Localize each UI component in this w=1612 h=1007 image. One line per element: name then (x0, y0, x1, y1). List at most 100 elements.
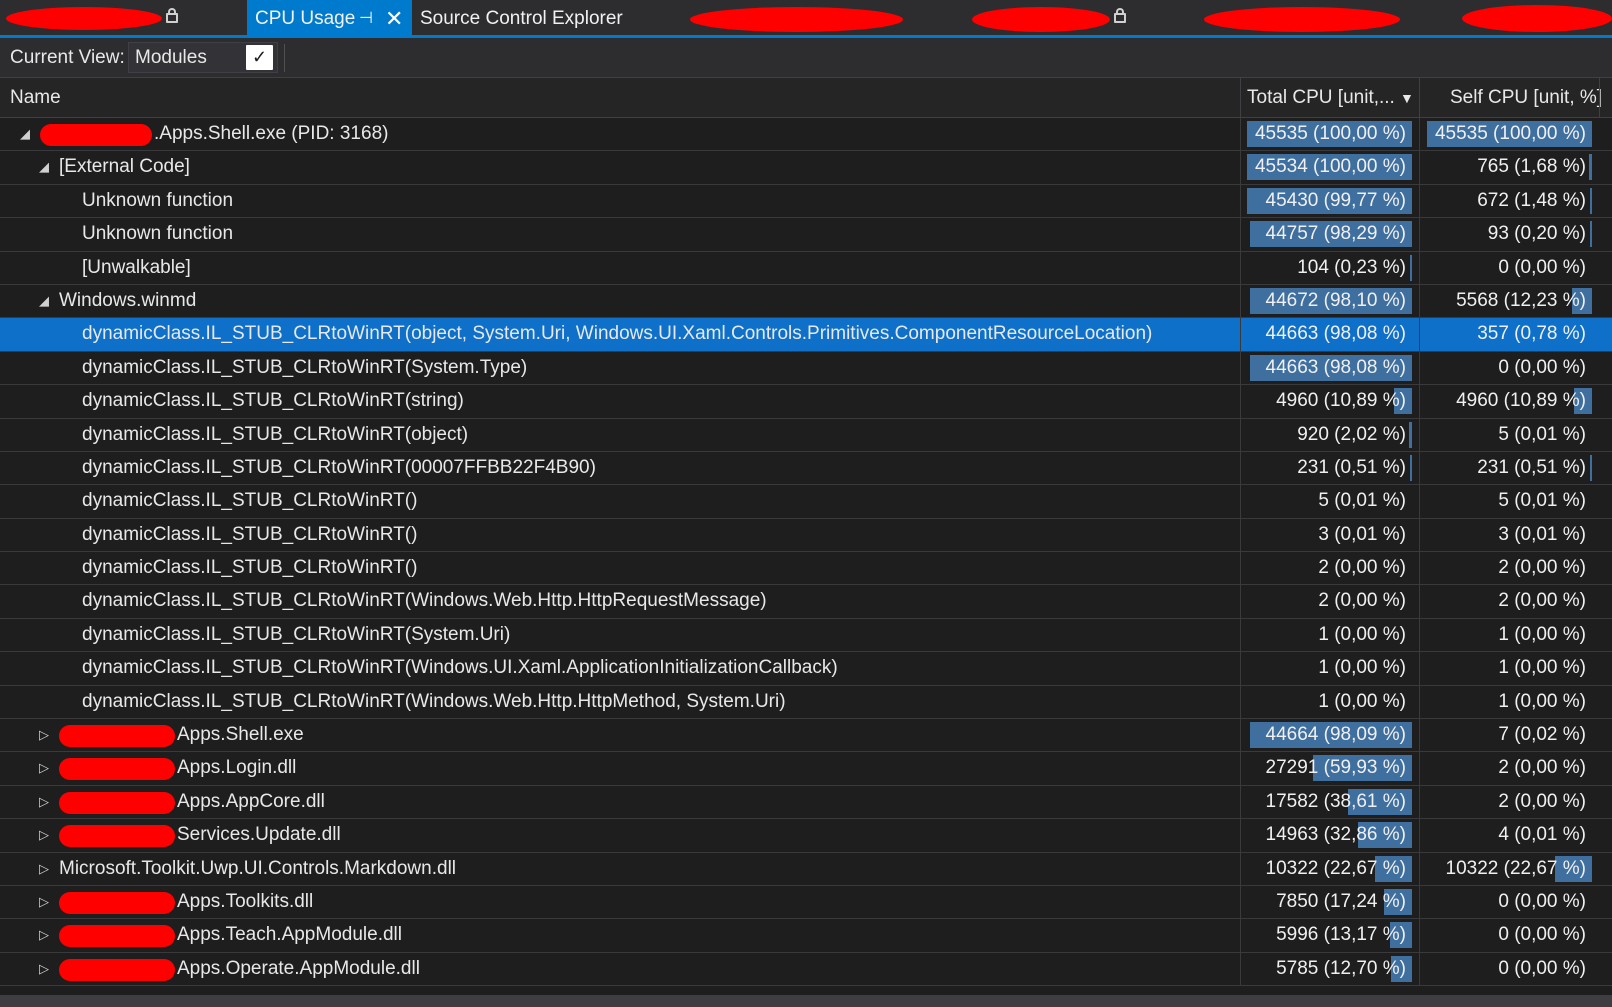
column-header-total-cpu[interactable]: Total CPU [unit,... (1247, 78, 1395, 118)
table-row[interactable]: dynamicClass.IL_STUB_CLRtoWinRT() 5 (0,01… (0, 485, 1612, 519)
total-cpu-value: 920 (2,02 %) (1297, 423, 1406, 445)
row-name: dynamicClass.IL_STUB_CLRtoWinRT(Windows.… (82, 690, 786, 712)
name-cell: ◢ [External Code] (0, 151, 1240, 183)
self-cpu-value: 0 (0,00 %) (1498, 924, 1586, 946)
collapse-icon[interactable]: ◢ (18, 118, 32, 150)
column-divider (1419, 485, 1420, 518)
row-name: dynamicClass.IL_STUB_CLRtoWinRT() (82, 557, 418, 579)
self-cpu-cell: 45535 (100,00 %) (1427, 121, 1592, 147)
total-cpu-value: 1 (0,00 %) (1318, 623, 1406, 645)
row-name: dynamicClass.IL_STUB_CLRtoWinRT(System.T… (82, 356, 528, 378)
total-cpu-value: 104 (0,23 %) (1297, 256, 1406, 278)
table-row[interactable]: ▷ Apps.Shell.exe 44664 (98,09 %) 7 (0,02 %) (0, 719, 1612, 753)
table-row[interactable]: ▷ Apps.Toolkits.dll 7850 (17,24 %) 0 (0,00 … (0, 885, 1612, 920)
table-row[interactable]: ◢ [External Code] 45534 (100,00 %) 765 (1,6… (0, 151, 1612, 185)
expand-icon[interactable]: ▷ (37, 752, 51, 784)
self-cpu-value: 4 (0,01 %) (1498, 824, 1586, 846)
name-cell: dynamicClass.IL_STUB_CLRtoWinRT(System.T… (0, 352, 1240, 384)
lock-icon (166, 8, 178, 23)
column-divider (1419, 919, 1420, 952)
table-row[interactable]: dynamicClass.IL_STUB_CLRtoWinRT() 2 (0,00… (0, 552, 1612, 586)
column-divider (1240, 184, 1241, 218)
row-name: dynamicClass.IL_STUB_CLRtoWinRT(System.U… (82, 623, 511, 645)
name-cell: Unknown function (0, 185, 1240, 217)
table-row[interactable]: Unknown function 44757 (98,29 %) 93 (0,20 … (0, 218, 1612, 252)
table-row[interactable]: [Unwalkable] 104 (0,23 %) 0 (0,00 %) (0, 251, 1612, 285)
table-row[interactable]: dynamicClass.IL_STUB_CLRtoWinRT(System.U… (0, 618, 1612, 653)
current-view-label: Current View: (10, 47, 125, 68)
self-cpu-bar (1590, 221, 1592, 248)
row-name: Apps.Teach.AppModule.dll (177, 924, 402, 946)
total-cpu-cell: 4960 (10,89 %) (1247, 388, 1412, 415)
self-cpu-cell: 93 (0,20 %) (1427, 221, 1592, 248)
table-row[interactable]: ▷ Microsoft.Toolkit.Uwp.UI.Controls.Markd… (0, 852, 1612, 886)
expand-icon[interactable]: ▷ (37, 786, 51, 818)
row-name: Apps.Toolkits.dll (177, 890, 314, 912)
table-row[interactable]: dynamicClass.IL_STUB_CLRtoWinRT(string) 4… (0, 385, 1612, 419)
expand-icon[interactable]: ▷ (37, 719, 51, 751)
name-cell: ▷ Apps.Login.dll (0, 752, 1240, 784)
column-divider (1240, 819, 1241, 852)
column-divider[interactable] (1240, 78, 1241, 118)
tab-cpu-usage[interactable]: CPU Usage ⊣ ✕ (247, 0, 412, 35)
name-cell: dynamicClass.IL_STUB_CLRtoWinRT() (0, 519, 1240, 551)
horizontal-scrollbar[interactable] (0, 995, 1612, 1007)
tab-label: CPU Usage (255, 8, 356, 29)
table-row[interactable]: Unknown function 45430 (99,77 %) 672 (1,48… (0, 184, 1612, 219)
table-row[interactable]: dynamicClass.IL_STUB_CLRtoWinRT() 3 (0,01… (0, 518, 1612, 553)
collapse-icon[interactable]: ◢ (37, 151, 51, 183)
table-row[interactable]: ▷ Apps.Login.dll 27291 (59,93 %) 2 (0,00 %) (0, 752, 1612, 786)
expand-icon[interactable]: ▷ (37, 886, 51, 918)
table-row[interactable]: ◢ Windows.winmd 44672 (98,10 %) 5568 (12,23… (0, 284, 1612, 319)
table-row[interactable]: ▷ Apps.AppCore.dll 17582 (38,61 %) 2 (0,00 … (0, 785, 1612, 820)
column-divider (1419, 819, 1420, 852)
collapse-icon[interactable]: ◢ (37, 285, 51, 317)
expand-icon[interactable]: ▷ (37, 919, 51, 951)
expand-icon[interactable]: ▷ (37, 853, 51, 885)
table-row[interactable]: dynamicClass.IL_STUB_CLRtoWinRT(object) 9… (0, 418, 1612, 452)
current-view-dropdown[interactable]: Modules ✓ (128, 42, 278, 73)
table-row[interactable]: dynamicClass.IL_STUB_CLRtoWinRT(System.T… (0, 351, 1612, 386)
redacted-tab-title (972, 7, 1110, 32)
self-cpu-cell: 5 (0,01 %) (1427, 488, 1592, 514)
self-cpu-cell: 0 (0,00 %) (1427, 355, 1592, 381)
table-row[interactable]: ▷ Apps.Operate.AppModule.dll 5785 (12,70 %… (0, 952, 1612, 987)
total-cpu-cell: 7850 (17,24 %) (1247, 888, 1412, 915)
pin-icon[interactable]: ⊣ (359, 0, 373, 37)
expand-icon[interactable]: ▷ (37, 953, 51, 985)
table-row[interactable]: ▷ Apps.Teach.AppModule.dll 5996 (13,17 %) 0… (0, 919, 1612, 953)
total-cpu-bar (1410, 454, 1412, 481)
column-divider[interactable] (1599, 78, 1600, 118)
column-header-self-cpu[interactable]: Self CPU [unit, %] (1450, 78, 1602, 118)
redacted-name-prefix (59, 791, 175, 814)
row-name: dynamicClass.IL_STUB_CLRtoWinRT(Windows.… (82, 657, 838, 679)
column-divider (1419, 251, 1420, 284)
total-cpu-cell: 2 (0,00 %) (1247, 588, 1412, 614)
self-cpu-value: 0 (0,00 %) (1498, 356, 1586, 378)
row-name: dynamicClass.IL_STUB_CLRtoWinRT() (82, 490, 418, 512)
name-cell: [Unwalkable] (0, 252, 1240, 284)
column-divider[interactable] (1419, 78, 1420, 118)
column-divider (1240, 652, 1241, 685)
column-header-name[interactable]: Name (10, 78, 61, 118)
expand-icon[interactable]: ▷ (37, 819, 51, 851)
table-row[interactable]: dynamicClass.IL_STUB_CLRtoWinRT(00007FFB… (0, 451, 1612, 486)
close-icon[interactable]: ✕ (385, 0, 403, 37)
toolbar-separator (284, 44, 285, 72)
table-row[interactable]: dynamicClass.IL_STUB_CLRtoWinRT(Windows.… (0, 685, 1612, 720)
total-cpu-value: 14963 (32,86 %) (1265, 824, 1407, 846)
self-cpu-value: 672 (1,48 %) (1477, 189, 1586, 211)
self-cpu-cell: 0 (0,00 %) (1427, 889, 1592, 915)
column-divider (1240, 251, 1241, 284)
total-cpu-value: 7850 (17,24 %) (1276, 890, 1406, 912)
chevron-down-icon[interactable]: ✓ (246, 45, 273, 70)
table-row[interactable]: ▷ Services.Update.dll 14963 (32,86 %) 4 (0,… (0, 819, 1612, 853)
self-cpu-cell: 4 (0,01 %) (1427, 822, 1592, 848)
table-row[interactable]: dynamicClass.IL_STUB_CLRtoWinRT(Windows.… (0, 585, 1612, 619)
name-cell: ▷ Apps.AppCore.dll (0, 786, 1240, 818)
table-row[interactable]: dynamicClass.IL_STUB_CLRtoWinRT(object, … (0, 318, 1612, 352)
tab-source-control-explorer[interactable]: Source Control Explorer (420, 0, 623, 35)
table-row[interactable]: ◢ .Apps.Shell.exe (PID: 3168) 45535 (100,0… (0, 118, 1612, 152)
table-row[interactable]: dynamicClass.IL_STUB_CLRtoWinRT(Windows.… (0, 652, 1612, 686)
self-cpu-cell: 2 (0,00 %) (1427, 755, 1592, 781)
